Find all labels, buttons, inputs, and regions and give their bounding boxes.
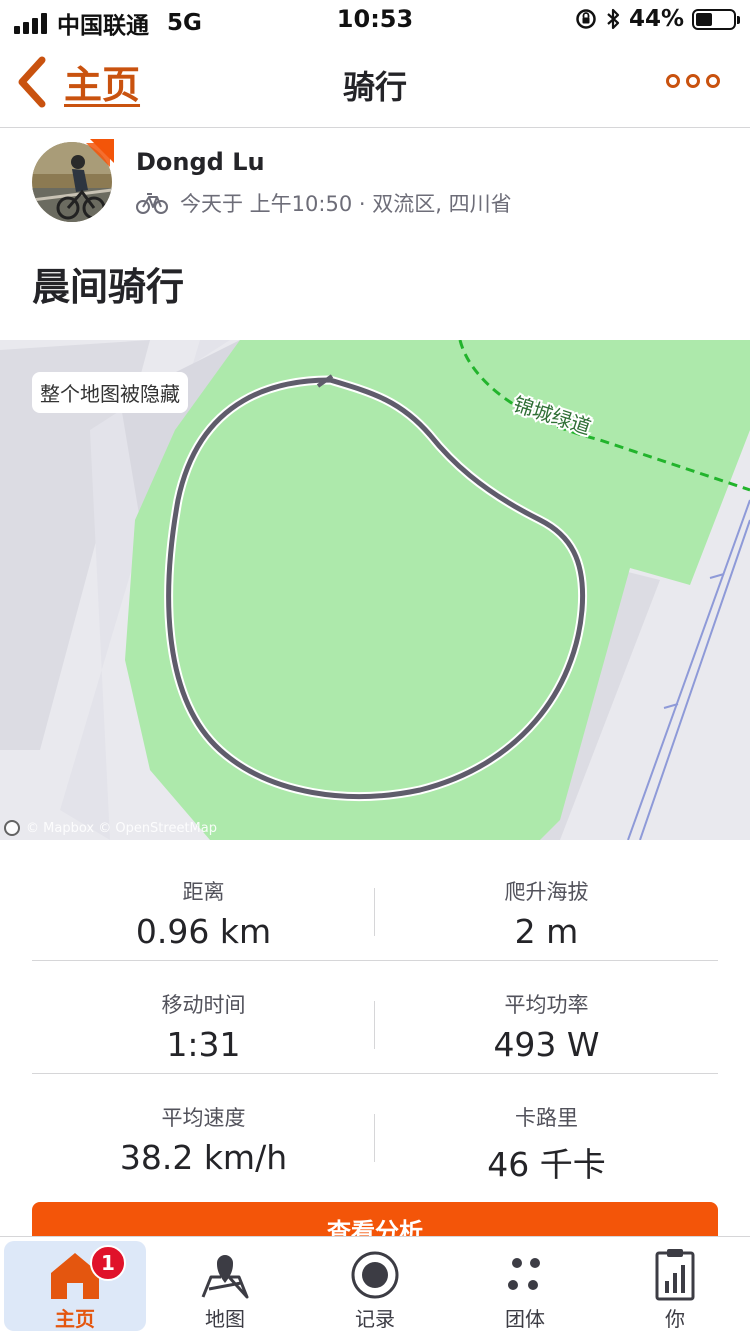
stat-label: 平均速度	[161, 1106, 246, 1130]
tab-maps[interactable]: 地图	[154, 1241, 296, 1331]
nav-bar: 主页 骑行	[0, 40, 750, 128]
stat-value: 1:31	[166, 1025, 241, 1064]
tab-label: 记录	[355, 1307, 395, 1331]
tab-label: 主页	[55, 1307, 95, 1331]
stat-avg-speed: 平均速度 38.2 km/h	[32, 1074, 375, 1177]
stat-value: 38.2 km/h	[119, 1138, 288, 1177]
tab-groups[interactable]: 团体	[454, 1241, 596, 1331]
tab-label: 团体	[505, 1307, 545, 1331]
page-title: 骑行	[342, 68, 407, 106]
tab-home[interactable]: 1 主页	[4, 1241, 146, 1331]
bluetooth-icon	[607, 8, 620, 30]
subscriber-badge-icon	[86, 139, 114, 167]
stat-value: 493 W	[493, 1025, 600, 1064]
map-canvas: 锦城绿道	[0, 340, 750, 840]
more-options-button[interactable]	[666, 74, 720, 88]
activity-meta-text: 今天于 上午10:50 · 双流区, 四川省	[180, 192, 512, 216]
battery-icon	[692, 8, 740, 30]
mapbox-logo-icon	[4, 820, 20, 836]
stat-label: 爬升海拔	[504, 880, 589, 904]
stat-moving-time: 移动时间 1:31	[32, 961, 375, 1064]
stat-avg-power: 平均功率 493 W	[375, 961, 718, 1064]
more-dot-icon	[706, 74, 720, 88]
stat-row: 移动时间 1:31 平均功率 493 W	[32, 961, 718, 1074]
route-map[interactable]: 锦城绿道 整个地图被隐藏 © Mapbox © OpenStreetMap	[0, 340, 750, 840]
map-attribution[interactable]: © Mapbox © OpenStreetMap	[4, 820, 217, 836]
athlete-name[interactable]: Dongd Lu	[136, 148, 265, 176]
battery-percent: 44%	[628, 6, 684, 32]
tab-label: 地图	[205, 1307, 245, 1331]
status-right: 44%	[575, 6, 740, 32]
battery-fill	[696, 12, 712, 26]
stat-row: 距离 0.96 km 爬升海拔 2 m	[32, 848, 718, 961]
tab-bar: 1 主页 地图 记录 团体 你	[0, 1236, 750, 1334]
more-dot-icon	[666, 74, 680, 88]
stat-calories: 卡路里 46 千卡	[375, 1074, 718, 1186]
stat-value: 0.96 km	[135, 912, 272, 951]
more-dot-icon	[686, 74, 700, 88]
map-credit-text: © Mapbox © OpenStreetMap	[26, 820, 217, 836]
status-bar: 中国联通 5G 10:53 44%	[0, 0, 750, 40]
clipboard-chart-icon	[655, 1249, 695, 1301]
stat-value: 2 m	[514, 912, 579, 951]
notification-badge: 1	[90, 1245, 126, 1281]
tab-you[interactable]: 你	[604, 1241, 746, 1331]
stat-row: 平均速度 38.2 km/h 卡路里 46 千卡	[32, 1074, 718, 1187]
stat-value: 46 千卡	[487, 1145, 606, 1184]
tab-record[interactable]: 记录	[304, 1241, 446, 1331]
tab-label: 你	[665, 1307, 685, 1331]
map-pin-icon	[201, 1255, 249, 1299]
stat-label: 距离	[182, 880, 225, 904]
groups-icon	[508, 1258, 540, 1290]
orientation-lock-icon	[576, 9, 596, 29]
stat-label: 平均功率	[504, 993, 589, 1017]
stat-distance: 距离 0.96 km	[32, 848, 375, 951]
stat-label: 移动时间	[161, 993, 246, 1017]
stat-label: 卡路里	[515, 1106, 578, 1130]
activity-stats: 距离 0.96 km 爬升海拔 2 m 移动时间 1:31 平均功率 493 W…	[32, 848, 718, 1187]
bicycle-icon	[136, 193, 168, 214]
map-railway-tick	[663, 573, 725, 709]
map-hidden-notice: 整个地图被隐藏	[32, 372, 188, 413]
stat-elevation-gain: 爬升海拔 2 m	[375, 848, 718, 951]
activity-title: 晨间骑行	[32, 265, 185, 309]
record-icon	[351, 1251, 399, 1299]
activity-meta: 今天于 上午10:50 · 双流区, 四川省	[136, 188, 512, 218]
